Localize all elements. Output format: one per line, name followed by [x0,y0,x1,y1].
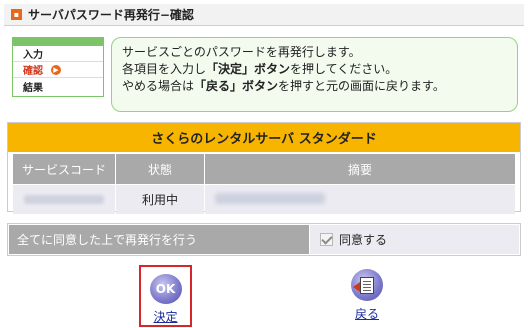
back-arrow-icon [353,281,360,292]
status-cell: 利用中 [116,185,204,214]
agreement-label: 全てに同意した上で再発行を行う [9,225,309,254]
column-header-summary: 摘要 [205,154,515,184]
document-icon [353,276,374,294]
instruction-line-1: サービスごとのパスワードを再発行します。 [122,45,361,59]
agreement-row: 全てに同意した上で再発行を行う 同意する [7,223,521,256]
instruction-line-3: やめる場合は「戻る」ボタンを押すと元の画面に戻ります。 [122,79,445,93]
step-input: 入力 [13,46,103,62]
back-icon[interactable] [351,269,383,301]
orange-square-icon: ▪ [11,9,22,20]
summary-cell [205,185,515,214]
agreement-checkbox-cell[interactable]: 同意する [310,225,519,254]
step-indicator-bar [13,38,103,46]
back-button-label[interactable]: 戻る [355,305,379,322]
column-header-service-code: サービスコード [13,154,115,184]
redacted-domain [215,192,325,204]
ok-icon[interactable]: OK [149,274,182,304]
step-confirm: 確認 ▶ [13,62,103,78]
service-table: サービスコード 状態 摘要 利用中 [12,153,516,215]
agree-checkbox[interactable] [320,233,333,246]
plan-title: さくらのレンタルサーバ スタンダード [8,123,520,152]
column-header-status: 状態 [116,154,204,184]
page-title: サーバパスワード再発行−確認 [28,8,194,22]
step-result: 結果 [23,82,43,94]
instruction-box: サービスごとのパスワードを再発行します。 各項目を入力し「決定」ボタンを押してく… [111,37,518,112]
instruction-line-2: 各項目を入力し「決定」ボタンを押してください。 [122,62,398,76]
back-button[interactable]: 戻る [344,269,390,325]
service-panel: さくらのレンタルサーバ スタンダード サービスコード 状態 摘要 利用中 [7,122,521,215]
agree-checkbox-label[interactable]: 同意する [339,231,387,248]
step-indicator: 入力 確認 ▶ 結果 [12,37,104,97]
page-header: ▪ サーバパスワード再発行−確認 [4,4,524,26]
current-step-arrow-icon: ▶ [51,64,61,75]
redacted-service-code [24,194,104,204]
table-row: 利用中 [13,185,515,214]
ok-button[interactable]: OK 決定 [139,265,192,327]
ok-button-label[interactable]: 決定 [153,308,177,325]
service-code-cell [13,185,115,214]
